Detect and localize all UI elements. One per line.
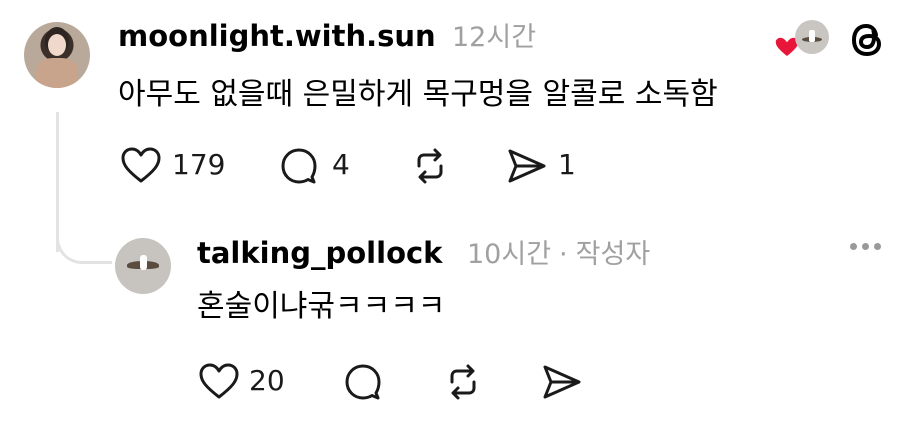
reply-time: 10시간 bbox=[467, 239, 552, 270]
repost-icon bbox=[417, 148, 443, 184]
share-count: 1 bbox=[558, 148, 576, 181]
liker-avatar bbox=[795, 20, 829, 54]
reply-comment-button[interactable] bbox=[343, 362, 383, 402]
author-badge: 작성자 bbox=[575, 239, 651, 270]
reply-like-count: 20 bbox=[249, 364, 285, 397]
comment-icon bbox=[281, 148, 317, 184]
thread-connector bbox=[56, 228, 112, 264]
author-avatar[interactable] bbox=[24, 22, 90, 88]
more-options-icon[interactable] bbox=[850, 243, 881, 250]
post-time: 12시간 bbox=[452, 22, 537, 53]
reply-share-button[interactable] bbox=[541, 362, 583, 402]
heart-outline-icon bbox=[199, 363, 239, 399]
avatar-figure bbox=[48, 34, 66, 56]
reply-avatar[interactable] bbox=[115, 238, 171, 294]
like-button[interactable] bbox=[120, 146, 162, 184]
like-count: 179 bbox=[172, 148, 226, 181]
reply-text: 혼술이냐굮ㅋㅋㅋㅋ bbox=[197, 289, 446, 324]
heart-outline-icon bbox=[121, 147, 161, 183]
send-icon bbox=[543, 365, 581, 399]
meta-separator: · bbox=[559, 239, 568, 270]
share-button[interactable] bbox=[506, 146, 548, 186]
avatar-figure bbox=[140, 255, 147, 270]
comment-icon bbox=[345, 364, 381, 400]
comment-count: 4 bbox=[332, 148, 350, 181]
repost-icon bbox=[450, 364, 476, 400]
reply-meta: 10시간 · 작성자 bbox=[467, 241, 650, 268]
reply-username[interactable]: talking_pollock bbox=[197, 239, 442, 268]
reply-like-button[interactable] bbox=[198, 362, 240, 400]
post-text: 아무도 없을때 은밀하게 목구멍을 알콜로 소독함 bbox=[118, 77, 718, 112]
send-icon bbox=[508, 149, 546, 183]
reply-repost-button[interactable] bbox=[442, 362, 484, 402]
avatar-hand bbox=[36, 58, 78, 88]
repost-button[interactable] bbox=[409, 146, 451, 186]
threads-logo-icon[interactable] bbox=[850, 21, 886, 59]
post-username[interactable]: moonlight.with.sun bbox=[118, 22, 436, 51]
comment-button[interactable] bbox=[279, 146, 319, 186]
